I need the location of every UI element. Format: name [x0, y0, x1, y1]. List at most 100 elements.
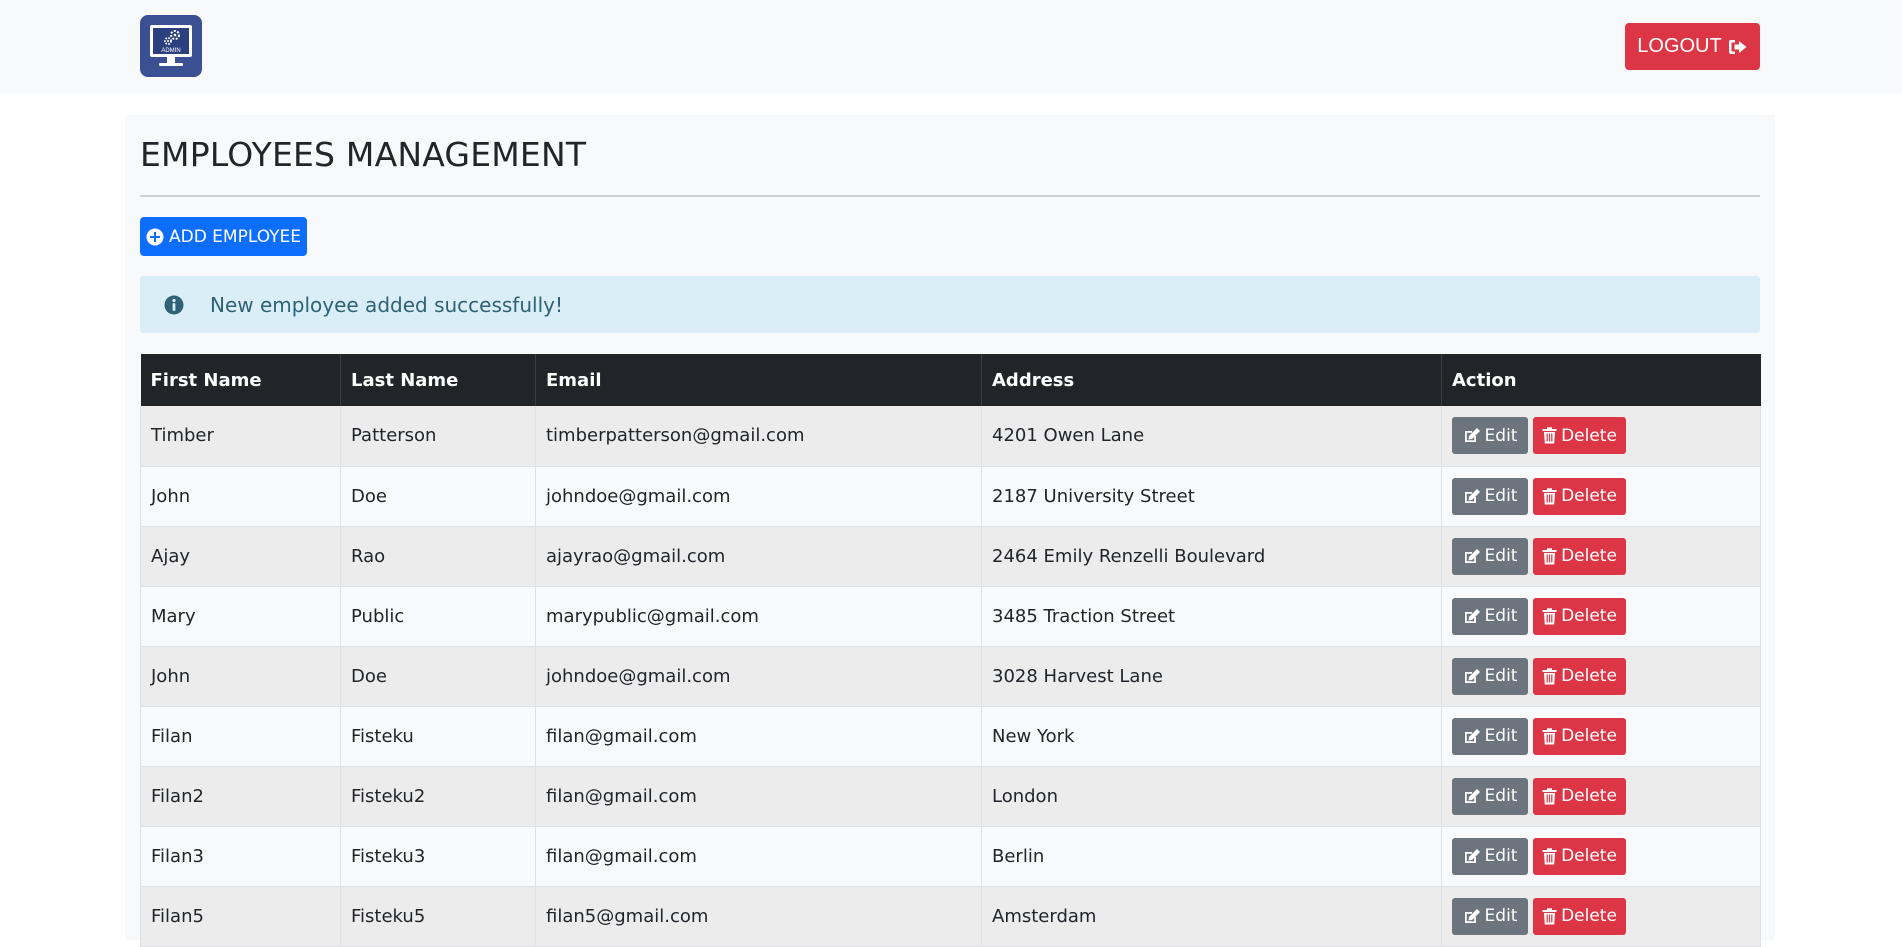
trash-icon [1542, 487, 1557, 505]
edit-button[interactable]: Edit [1452, 777, 1528, 815]
delete-button[interactable]: Delete [1533, 537, 1626, 575]
cell-address: Berlin [981, 826, 1442, 887]
header-last-name: Last Name [340, 354, 536, 406]
cell-address: London [981, 766, 1442, 827]
cell-first-name: Mary [140, 586, 341, 647]
cell-first-name: Filan [140, 706, 341, 767]
edit-icon [1463, 788, 1481, 805]
edit-label: Edit [1484, 606, 1518, 626]
delete-button[interactable]: Delete [1533, 477, 1626, 515]
cell-address: 2464 Emily Renzelli Boulevard [981, 526, 1442, 587]
delete-button[interactable]: Delete [1533, 417, 1626, 455]
delete-button[interactable]: Delete [1533, 657, 1626, 695]
table-row: John Doe johndoe@gmail.com 3028 Harvest … [140, 646, 1761, 707]
top-navbar: ADMIN LOGOUT [0, 0, 1902, 94]
cell-last-name: Fisteku2 [340, 766, 536, 827]
edit-button[interactable]: Edit [1452, 537, 1528, 575]
edit-icon [1463, 608, 1481, 625]
table-header-row: First Name Last Name Email Address Actio… [140, 354, 1761, 406]
cell-last-name: Public [340, 586, 536, 647]
table-row: Filan Fisteku filan@gmail.com New York E… [140, 706, 1761, 767]
delete-label: Delete [1561, 906, 1617, 926]
edit-label: Edit [1484, 546, 1518, 566]
delete-label: Delete [1561, 666, 1617, 686]
sign-out-icon [1728, 38, 1748, 56]
logout-button[interactable]: LOGOUT [1625, 23, 1760, 70]
cell-first-name: Filan2 [140, 766, 341, 827]
table-row: Ajay Rao ajayrao@gmail.com 2464 Emily Re… [140, 526, 1761, 587]
cell-email: filan@gmail.com [535, 826, 982, 887]
header-email: Email [535, 354, 982, 406]
delete-label: Delete [1561, 786, 1617, 806]
delete-button[interactable]: Delete [1533, 837, 1626, 875]
row-actions: Edit Delete [1452, 417, 1750, 455]
delete-button[interactable]: Delete [1533, 597, 1626, 635]
cell-last-name: Fisteku3 [340, 826, 536, 887]
edit-label: Edit [1484, 846, 1518, 866]
cell-last-name: Fisteku [340, 706, 536, 767]
delete-button[interactable]: Delete [1533, 897, 1626, 935]
cell-address: 3028 Harvest Lane [981, 646, 1442, 707]
admin-monitor-icon: ADMIN [150, 25, 192, 66]
edit-button[interactable]: Edit [1452, 417, 1528, 455]
table-row: John Doe johndoe@gmail.com 2187 Universi… [140, 466, 1761, 527]
cell-first-name: John [140, 466, 341, 527]
cell-action: Edit Delete [1441, 886, 1761, 947]
cell-address: 3485 Traction Street [981, 586, 1442, 647]
info-circle-icon [164, 295, 184, 315]
delete-label: Delete [1561, 846, 1617, 866]
cell-action: Edit Delete [1441, 466, 1761, 527]
row-actions: Edit Delete [1452, 477, 1750, 515]
delete-button[interactable]: Delete [1533, 717, 1626, 755]
table-row: Filan5 Fisteku5 filan5@gmail.com Amsterd… [140, 886, 1761, 947]
trash-icon [1542, 787, 1557, 805]
cell-action: Edit Delete [1441, 406, 1761, 467]
cell-email: johndoe@gmail.com [535, 646, 982, 707]
edit-button[interactable]: Edit [1452, 897, 1528, 935]
edit-icon [1463, 668, 1481, 685]
edit-icon [1463, 488, 1481, 505]
cell-first-name: Timber [140, 406, 341, 467]
delete-label: Delete [1561, 546, 1617, 566]
alert-message: New employee added successfully! [210, 293, 563, 317]
page-title: EMPLOYEES MANAGEMENT [140, 135, 587, 174]
cell-email: timberpatterson@gmail.com [535, 406, 982, 467]
admin-logo[interactable]: ADMIN [140, 15, 202, 77]
delete-button[interactable]: Delete [1533, 777, 1626, 815]
edit-label: Edit [1484, 486, 1518, 506]
add-employee-label: ADD EMPLOYEE [168, 226, 302, 247]
trash-icon [1542, 847, 1557, 865]
table-body: Timber Patterson timberpatterson@gmail.c… [140, 406, 1761, 947]
edit-button[interactable]: Edit [1452, 477, 1528, 515]
edit-button[interactable]: Edit [1452, 657, 1528, 695]
main-container: EMPLOYEES MANAGEMENT ADD EMPLOYEE New em… [125, 115, 1775, 947]
cell-address: New York [981, 706, 1442, 767]
logo-text: ADMIN [161, 48, 180, 54]
cell-first-name: John [140, 646, 341, 707]
edit-button[interactable]: Edit [1452, 837, 1528, 875]
edit-button[interactable]: Edit [1452, 597, 1528, 635]
cell-last-name: Doe [340, 646, 536, 707]
logout-label: LOGOUT [1637, 35, 1722, 57]
trash-icon [1542, 427, 1557, 444]
add-employee-button[interactable]: ADD EMPLOYEE [140, 217, 307, 256]
edit-icon [1463, 728, 1481, 745]
table-row: Timber Patterson timberpatterson@gmail.c… [140, 406, 1761, 467]
row-actions: Edit Delete [1452, 837, 1750, 875]
table-row: Filan2 Fisteku2 filan@gmail.com London E… [140, 766, 1761, 827]
edit-icon [1463, 848, 1481, 865]
cell-email: filan5@gmail.com [535, 886, 982, 947]
cell-action: Edit Delete [1441, 646, 1761, 707]
edit-button[interactable]: Edit [1452, 717, 1528, 755]
trash-icon [1542, 667, 1557, 685]
cell-first-name: Filan3 [140, 826, 341, 887]
edit-label: Edit [1484, 425, 1518, 446]
plus-circle-icon [146, 228, 164, 246]
cell-address: 2187 University Street [981, 466, 1442, 527]
row-actions: Edit Delete [1452, 597, 1750, 635]
trash-icon [1542, 907, 1557, 925]
cell-email: ajayrao@gmail.com [535, 526, 982, 587]
row-actions: Edit Delete [1452, 537, 1750, 575]
edit-icon [1463, 908, 1481, 925]
edit-label: Edit [1484, 906, 1518, 926]
